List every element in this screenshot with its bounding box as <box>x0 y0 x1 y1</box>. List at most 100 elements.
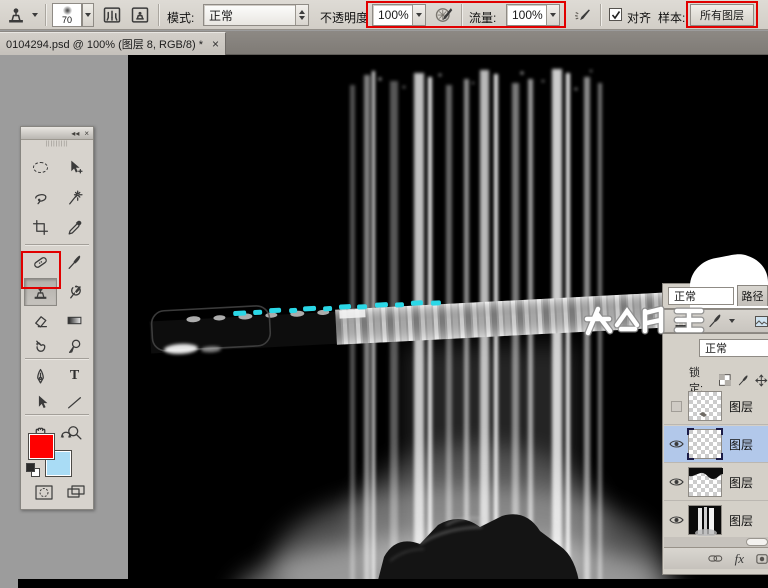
brush-picker-caret[interactable] <box>82 3 94 27</box>
sample-select[interactable]: 所有图层 <box>690 4 754 26</box>
toolbox-grip[interactable]: ||||||||| <box>21 140 93 150</box>
layers-scrollbar[interactable] <box>664 537 768 547</box>
eraser-tool-icon[interactable] <box>24 306 57 334</box>
clone-stamp-tool-icon[interactable] <box>6 3 26 27</box>
layer-thumbnail[interactable] <box>688 505 722 537</box>
tab-close-icon[interactable]: × <box>212 37 219 51</box>
flow-caret-icon <box>546 5 559 25</box>
layer-style-fx-icon[interactable]: fx <box>735 551 744 567</box>
opacity-select[interactable]: 100% <box>372 4 426 26</box>
close-panel-icon[interactable]: × <box>84 129 89 138</box>
mini-image-icon[interactable] <box>755 315 768 327</box>
blend-mode-arrows-icon <box>295 5 308 25</box>
opacity-label: 不透明度 <box>320 11 369 25</box>
mini-caret-icon[interactable] <box>695 319 701 323</box>
spot-healing-brush-tool-icon[interactable] <box>24 248 57 276</box>
brush-size-value: 70 <box>61 15 72 25</box>
mode-label: 模式: <box>167 11 195 25</box>
blend-mode-value: 正常 <box>209 8 234 23</box>
layer-name: 图层 <box>729 437 754 452</box>
toolbox-header[interactable]: ◂◂ × <box>21 127 93 140</box>
separator <box>600 4 602 26</box>
divider <box>25 358 89 360</box>
path-selection-tool-icon[interactable] <box>24 388 57 416</box>
swap-colors-icon[interactable] <box>59 427 73 444</box>
tab-paths[interactable]: 路径 <box>737 285 768 306</box>
layer-thumbnail[interactable] <box>687 428 723 460</box>
mini-brush-icon[interactable] <box>707 313 723 329</box>
flow-value: 100% <box>512 8 543 22</box>
brush-tip-icon <box>62 6 72 15</box>
collapse-panel-icon[interactable]: ◂◂ <box>71 129 79 138</box>
type-tool-icon[interactable]: T <box>58 362 91 390</box>
move-tool-icon[interactable] <box>58 153 91 181</box>
layer-thumbnail[interactable] <box>688 467 723 497</box>
document-tab-bar: 0104294.psd @ 100% (图层 8, RGB/8) * × <box>0 31 768 55</box>
float-blend-mode-value: 正常 <box>674 291 696 303</box>
layers-panel: 正常 锁定: 图层 图层 图层 图层 fx <box>662 333 768 575</box>
layer-name: 图层 <box>729 475 754 490</box>
visibility-well[interactable] <box>664 400 688 412</box>
float-blend-mode-select[interactable]: 正常 <box>668 287 734 305</box>
pen-tool-icon[interactable] <box>24 362 57 390</box>
lock-position-icon[interactable] <box>755 374 768 387</box>
layer-row-selected[interactable]: 图层 <box>664 426 768 463</box>
layer-thumbnail[interactable] <box>688 391 722 421</box>
lasso-tool-icon[interactable] <box>24 183 57 211</box>
history-brush-tool-icon[interactable] <box>58 278 91 306</box>
visibility-well[interactable] <box>664 439 688 449</box>
add-mask-icon[interactable] <box>756 553 768 565</box>
flow-select[interactable]: 100% <box>506 4 560 26</box>
brush-preset-picker[interactable]: 70 <box>52 3 82 27</box>
layer-name: 图层 <box>729 399 754 414</box>
gradient-tool-icon[interactable] <box>58 306 91 334</box>
layer-row[interactable]: 图层 <box>664 502 768 539</box>
document-title: 0104294.psd @ 100% (图层 8, RGB/8) * <box>6 39 204 51</box>
tool-preset-caret-icon[interactable] <box>32 13 38 17</box>
layer-row[interactable]: 图层 <box>664 388 768 425</box>
visibility-well[interactable] <box>664 477 688 487</box>
crop-tool-icon[interactable] <box>24 213 57 241</box>
separator <box>461 4 463 26</box>
aligned-checkbox[interactable] <box>609 8 622 23</box>
link-layers-icon[interactable] <box>708 554 723 563</box>
toggle-clone-source-panel-icon[interactable] <box>130 3 150 27</box>
brush-tool-icon[interactable] <box>58 248 91 276</box>
magic-wand-tool-icon[interactable] <box>58 183 91 211</box>
clone-stamp-tool-icon[interactable] <box>24 278 57 306</box>
mini-clone-stamp-icon[interactable] <box>673 313 689 329</box>
eyedropper-tool-icon[interactable] <box>58 213 91 241</box>
divider <box>25 244 89 246</box>
separator <box>45 4 47 26</box>
toolbox-panel: ◂◂ × ||||||||| T <box>20 126 94 510</box>
foreground-color-swatch[interactable] <box>28 433 55 460</box>
eye-hidden-icon <box>670 400 682 412</box>
eye-icon <box>668 440 684 448</box>
scrollbar-thumb[interactable] <box>746 538 768 546</box>
options-bar: 70 模式: 正常 不透明度 100% 流量: 100% 对齐 样本: 所有图层 <box>0 0 768 30</box>
default-colors-icon[interactable] <box>26 463 40 477</box>
layer-row[interactable]: 图层 <box>664 464 768 501</box>
elliptical-marquee-tool-icon[interactable] <box>24 153 57 181</box>
opacity-value: 100% <box>378 8 409 22</box>
mini-caret-icon[interactable] <box>729 319 735 323</box>
layers-blend-mode-select[interactable]: 正常 <box>699 339 768 357</box>
lock-transparency-icon[interactable] <box>719 374 731 386</box>
document-tab[interactable]: 0104294.psd @ 100% (图层 8, RGB/8) * × <box>0 32 226 55</box>
blend-mode-select[interactable]: 正常 <box>203 4 309 26</box>
eye-icon <box>668 516 684 524</box>
dodge-tool-icon[interactable] <box>58 332 91 360</box>
toggle-brush-panel-icon[interactable] <box>102 3 122 27</box>
flow-label: 流量: <box>469 11 497 25</box>
screen-mode-icon[interactable] <box>65 484 87 501</box>
opacity-caret-icon <box>412 5 425 25</box>
panel-icon-row <box>662 309 768 333</box>
smudge-tool-icon[interactable] <box>24 332 57 360</box>
visibility-well[interactable] <box>664 515 688 525</box>
paths-tab-label: 路径 <box>741 291 764 303</box>
airbrush-icon[interactable] <box>572 3 592 27</box>
tablet-pressure-opacity-icon[interactable] <box>434 3 454 27</box>
quick-mask-icon[interactable] <box>33 484 55 501</box>
line-tool-icon[interactable] <box>58 388 91 416</box>
lock-pixels-icon[interactable] <box>737 374 750 387</box>
